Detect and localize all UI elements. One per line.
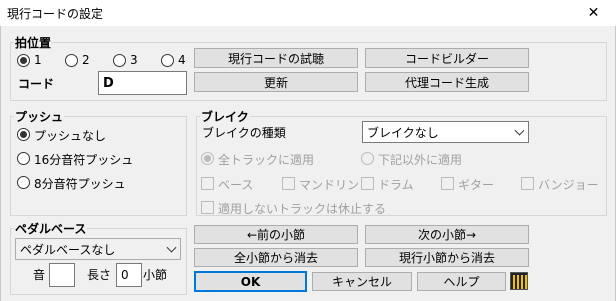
track-check-mandolin-label: マンドリン: [299, 178, 360, 192]
update-button[interactable]: 更新: [194, 72, 358, 92]
chevron-down-icon: [166, 242, 177, 253]
length-input[interactable]: 0: [116, 263, 142, 287]
track-check-drums-label: ドラム: [378, 178, 414, 192]
radio-dot: [20, 131, 27, 138]
code-label: コード: [18, 77, 55, 91]
code-input[interactable]: D: [98, 71, 187, 95]
icon-stripe: [521, 275, 523, 289]
title-bar: 現行コードの設定 ✕: [0, 0, 616, 26]
break-type-label: ブレイクの種類: [202, 126, 286, 140]
note-input[interactable]: [49, 263, 75, 287]
help-button[interactable]: ヘルプ: [417, 272, 506, 291]
beat-radio-4-label: 4: [178, 53, 186, 67]
prev-measure-button[interactable]: ←前の小節: [194, 225, 358, 244]
piano-keyboard-icon[interactable]: [510, 272, 528, 290]
pedal-bass-select[interactable]: ペダルベースなし: [15, 238, 181, 260]
radio-indicator[interactable]: [17, 152, 30, 165]
break-scope-except-label: 下記以外に適用: [378, 153, 463, 167]
push-group-label: プッシュ: [14, 108, 65, 125]
break-group-label: ブレイク: [200, 108, 250, 125]
checkbox[interactable]: [361, 177, 374, 190]
rest-unapplied-tracks-label: 適用しないトラックは休止する: [218, 202, 387, 216]
ok-button[interactable]: OK: [194, 271, 307, 292]
trial-listen-button[interactable]: 現行コードの試聴: [194, 48, 358, 68]
break-type-select[interactable]: ブレイクなし: [362, 121, 529, 143]
length-label: 長さ: [87, 268, 112, 282]
window-title: 現行コードの設定: [7, 7, 104, 21]
icon-stripe: [525, 275, 527, 289]
radio-dot: [204, 155, 211, 162]
radio-indicator[interactable]: [201, 152, 214, 165]
cancel-button[interactable]: キャンセル: [312, 272, 412, 291]
push-radio-8th-label: 8分音符プッシュ: [34, 177, 126, 191]
pedal-bass-group-label: ペダルベース: [14, 220, 88, 237]
beat-position-group-label: 拍位置: [14, 34, 53, 51]
measure-label: 小節: [143, 268, 168, 282]
beat-radio-3-label: 3: [130, 53, 138, 67]
checkbox[interactable]: [282, 177, 295, 190]
icon-stripe: [517, 275, 519, 289]
code-builder-button[interactable]: コードビルダー: [365, 48, 529, 68]
radio-dot: [20, 57, 27, 64]
pedal-bass-value: ペダルベースなし: [20, 242, 116, 257]
radio-indicator[interactable]: [65, 54, 78, 67]
next-measure-button[interactable]: 次の小節→: [365, 225, 529, 244]
push-radio-none-label: プッシュなし: [34, 129, 107, 143]
break-type-value: ブレイクなし: [367, 125, 439, 140]
close-icon[interactable]: ✕: [588, 5, 600, 21]
delete-from-all-button[interactable]: 全小節から消去: [194, 248, 358, 267]
beat-radio-2-label: 2: [82, 53, 90, 67]
radio-indicator[interactable]: [17, 176, 30, 189]
chevron-down-icon: [514, 125, 525, 136]
track-check-guitar-label: ギター: [458, 178, 495, 192]
radio-indicator[interactable]: [113, 54, 126, 67]
checkbox[interactable]: [201, 201, 214, 214]
track-check-bass-label: ベース: [218, 178, 254, 192]
note-label: 音: [33, 268, 46, 282]
push-radio-16th-label: 16分音符プッシュ: [34, 153, 134, 167]
radio-indicator[interactable]: [17, 54, 30, 67]
break-scope-all-label: 全トラックに適用: [218, 153, 315, 167]
close-button[interactable]: ✕: [571, 0, 616, 26]
icon-stripe: [513, 275, 515, 289]
radio-indicator[interactable]: [161, 54, 174, 67]
delete-from-current-button[interactable]: 現行小節から消去: [365, 248, 529, 267]
radio-indicator[interactable]: [361, 152, 374, 165]
radio-indicator[interactable]: [17, 128, 30, 141]
beat-radio-1-label: 1: [34, 53, 42, 67]
checkbox[interactable]: [521, 177, 534, 190]
track-check-banjo-label: バンジョー: [538, 178, 599, 192]
checkbox[interactable]: [441, 177, 454, 190]
checkbox[interactable]: [201, 177, 214, 190]
substitute-code-button[interactable]: 代理コード生成: [365, 72, 529, 92]
